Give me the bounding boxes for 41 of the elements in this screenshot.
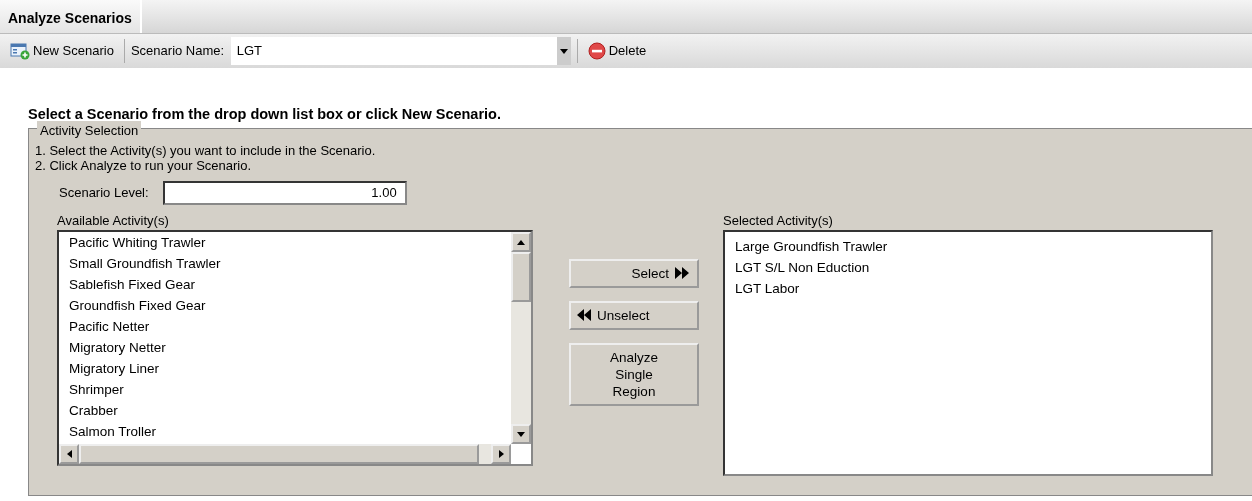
left-arrow-icon xyxy=(66,450,72,459)
list-item[interactable]: Large Groundfish Trawler xyxy=(725,236,1211,258)
list-label: Available Activity(s) xyxy=(57,211,170,230)
list-item[interactable]: LGT S/L Non Eduction xyxy=(725,257,1211,279)
list-item[interactable]: LGT Labor xyxy=(725,278,1211,300)
list-item[interactable]: Groundfish Fixed Gear xyxy=(59,295,511,317)
double-right-arrow-icon xyxy=(675,267,689,280)
right-arrow-icon xyxy=(498,450,504,459)
unselect-button[interactable]: Unselect xyxy=(569,300,699,330)
list-item[interactable]: Salmon Troller xyxy=(59,421,511,443)
select-button[interactable]: Select xyxy=(569,258,699,288)
dropdown-arrow-icon xyxy=(559,48,568,54)
analyze-button[interactable]: Analyze Single Region xyxy=(569,342,699,406)
instruction-text: 1. Select the Activity(s) you want to include in the Scenario. xyxy=(35,142,377,158)
double-left-arrow-icon xyxy=(577,309,591,322)
list-item[interactable]: Migratory Netter xyxy=(59,337,511,359)
list-item[interactable]: Small Groundfish Trawler xyxy=(59,253,511,275)
scrollbar-thumb[interactable] xyxy=(511,252,531,303)
list-item[interactable]: Shrimper xyxy=(59,379,511,401)
list-item[interactable]: Sablefish Fixed Gear xyxy=(59,274,511,296)
list-item[interactable]: Pacific Whiting Trawler xyxy=(59,232,511,254)
list-item[interactable]: Pacific Netter xyxy=(59,316,511,338)
window-add-icon xyxy=(10,42,30,60)
available-activities-list[interactable]: Pacific Whiting Trawler Small Groundfish Trawler Sablefish Fixed Gear Groundfish Fixed Gear Pacific Netter Migratory Netter Migratory Liner Shrimper Crabber Salmon Troller xyxy=(57,230,533,467)
minus-circle-icon xyxy=(587,42,606,60)
list-label: Selected Activity(s) xyxy=(723,211,834,230)
selected-activities-list[interactable]: Large Groundfish Trawler LGT S/L Non Eduction LGT Labor xyxy=(723,230,1213,477)
field-label: Scenario Level: xyxy=(59,184,149,202)
new-scenario-button[interactable]: New Scenario xyxy=(6,39,118,63)
vertical-scrollbar[interactable] xyxy=(511,232,531,445)
scenario-name-dropdown[interactable]: LGT xyxy=(230,37,571,65)
up-arrow-icon xyxy=(517,239,525,245)
list-item[interactable]: Migratory Liner xyxy=(59,358,511,380)
list-item[interactable]: Crabber xyxy=(59,400,511,422)
down-arrow-icon xyxy=(517,431,525,437)
scenario-level-field[interactable]: 1.00 xyxy=(162,180,407,205)
tab[interactable]: Analyze Scenarios xyxy=(0,0,142,33)
field-label: Scenario Name: xyxy=(130,42,225,61)
instruction-text: 2. Click Analyze to run your Scenario. xyxy=(35,157,253,173)
group-label: Activity Selection xyxy=(37,120,142,141)
delete-button[interactable]: Delete xyxy=(583,39,651,63)
